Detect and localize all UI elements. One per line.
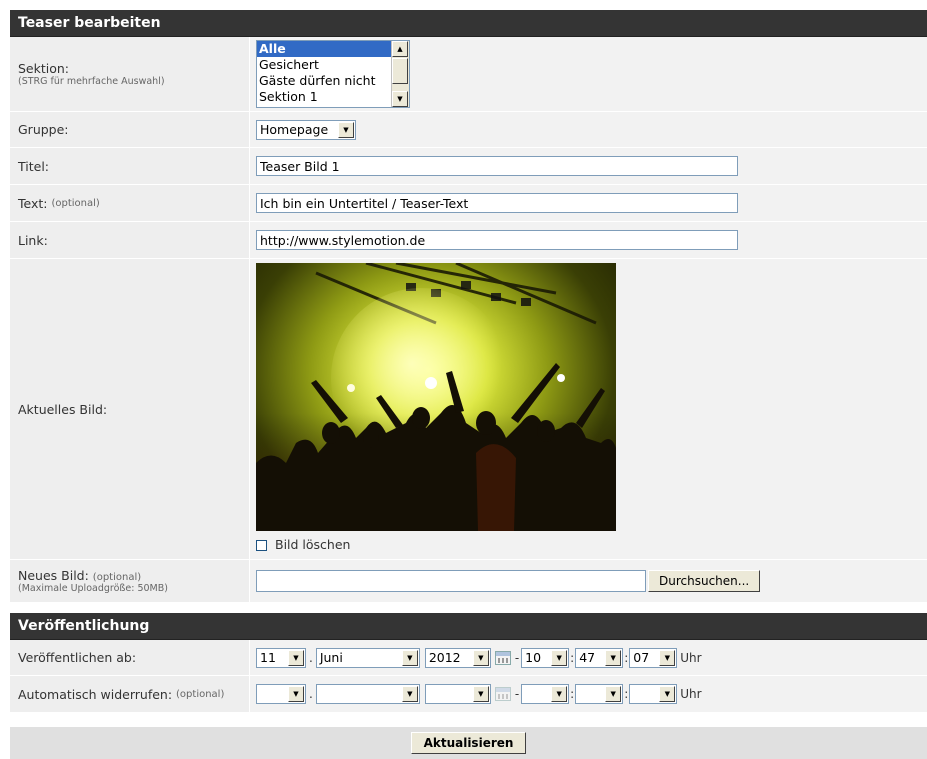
revoke-year-select[interactable]: ▼: [424, 684, 491, 704]
row-publish-from: Veröffentlichen ab: 11 ▼ . Juni ▼ 2012 ▼ - …: [10, 640, 927, 676]
calendar-icon[interactable]: [494, 650, 511, 665]
publish-hour-select[interactable]: 10 ▼: [521, 647, 570, 668]
neues-bild-optional: (optional): [92, 572, 142, 583]
link-label: Link:: [18, 232, 48, 248]
section-header-publish: Veröffentlichung: [10, 613, 927, 640]
chevron-down-icon: ▼: [605, 686, 622, 702]
scroll-down-arrow-icon[interactable]: ▼: [392, 91, 408, 107]
chevron-down-icon: ▼: [659, 649, 676, 666]
publish-year-select[interactable]: 2012 ▼: [424, 647, 491, 668]
gruppe-value: Homepage: [260, 122, 329, 137]
titel-label: Titel:: [18, 158, 49, 174]
row-neues-bild: Neues Bild: (optional) (Maximale Uploadg…: [10, 560, 927, 603]
chevron-down-icon: ▼: [338, 121, 354, 138]
scroll-thumb[interactable]: [392, 58, 408, 84]
chevron-down-icon: ▼: [551, 649, 568, 666]
aktuelles-bild-label: Aktuelles Bild:: [18, 401, 108, 417]
delete-image-label: Bild löschen: [275, 537, 351, 552]
row-aktuelles-bild: Aktuelles Bild: Bild löschen: [10, 259, 927, 560]
chevron-down-icon: ▼: [551, 686, 568, 702]
scroll-up-arrow-icon[interactable]: ▲: [392, 41, 408, 57]
section-header-teaser: Teaser bearbeiten: [10, 10, 927, 37]
sektion-listbox[interactable]: Alle Gesichert Gäste dürfen nicht Sektio…: [256, 40, 410, 108]
calendar-icon[interactable]: [494, 687, 511, 701]
publish-second-select[interactable]: 07 ▼: [629, 647, 678, 668]
gruppe-label: Gruppe:: [18, 122, 69, 137]
revoke-month-select[interactable]: ▼: [315, 684, 420, 704]
sektion-hint: (STRG für mehrfache Auswahl): [18, 76, 165, 87]
row-auto-revoke: Automatisch widerrufen: (optional) ▼ . ▼…: [10, 676, 927, 713]
revoke-hour-select[interactable]: ▼: [521, 684, 570, 704]
listbox-scrollbar[interactable]: ▲ ▼: [391, 41, 409, 107]
delete-image-checkbox[interactable]: [256, 540, 267, 551]
text-label: Text:: [18, 195, 48, 211]
submit-button[interactable]: Aktualisieren: [410, 732, 527, 754]
chevron-down-icon: ▼: [472, 686, 489, 702]
text-optional: (optional): [51, 197, 100, 209]
publish-from-label: Veröffentlichen ab:: [18, 650, 137, 665]
chevron-down-icon: ▼: [659, 686, 676, 702]
chevron-down-icon: ▼: [401, 649, 418, 666]
row-link: Link:: [10, 222, 927, 259]
link-input[interactable]: [256, 230, 738, 250]
sektion-option[interactable]: Gesichert: [257, 57, 409, 73]
row-sektion: Sektion: (STRG für mehrfache Auswahl) Al…: [10, 37, 927, 112]
publish-day-select[interactable]: 11 ▼: [256, 647, 306, 668]
neues-bild-label: Neues Bild:: [18, 568, 89, 583]
text-input[interactable]: [256, 193, 738, 213]
chevron-down-icon: ▼: [288, 686, 304, 702]
revoke-day-select[interactable]: ▼: [256, 684, 306, 704]
publish-month-select[interactable]: Juni ▼: [315, 647, 420, 668]
neues-bild-hint: (Maximale Uploadgröße: 50MB): [18, 583, 168, 594]
row-titel: Titel:: [10, 148, 927, 185]
chevron-down-icon: ▼: [288, 649, 304, 666]
auto-revoke-optional: (optional): [176, 688, 225, 700]
sektion-label: Sektion:: [18, 61, 70, 76]
sektion-option[interactable]: Sektion 1: [257, 89, 409, 105]
row-text: Text: (optional): [10, 185, 927, 222]
teaser-image: [256, 263, 616, 531]
row-gruppe: Gruppe: Homepage ▼: [10, 112, 927, 148]
form-container: Teaser bearbeiten Sektion: (STRG für meh…: [10, 10, 927, 759]
gruppe-select[interactable]: Homepage ▼: [256, 119, 356, 140]
revoke-second-select[interactable]: ▼: [629, 684, 678, 704]
auto-revoke-label: Automatisch widerrufen:: [18, 686, 173, 702]
publish-minute-select[interactable]: 47 ▼: [575, 647, 624, 668]
sektion-option[interactable]: Gäste dürfen nicht: [257, 73, 409, 89]
chevron-down-icon: ▼: [401, 686, 418, 702]
browse-button[interactable]: Durchsuchen...: [648, 570, 761, 592]
chevron-down-icon: ▼: [472, 649, 489, 666]
revoke-minute-select[interactable]: ▼: [575, 684, 624, 704]
sektion-option[interactable]: Alle: [257, 41, 409, 57]
file-path-input[interactable]: [256, 570, 646, 592]
form-footer: Aktualisieren: [10, 727, 927, 759]
titel-input[interactable]: [256, 156, 738, 176]
chevron-down-icon: ▼: [605, 649, 622, 666]
